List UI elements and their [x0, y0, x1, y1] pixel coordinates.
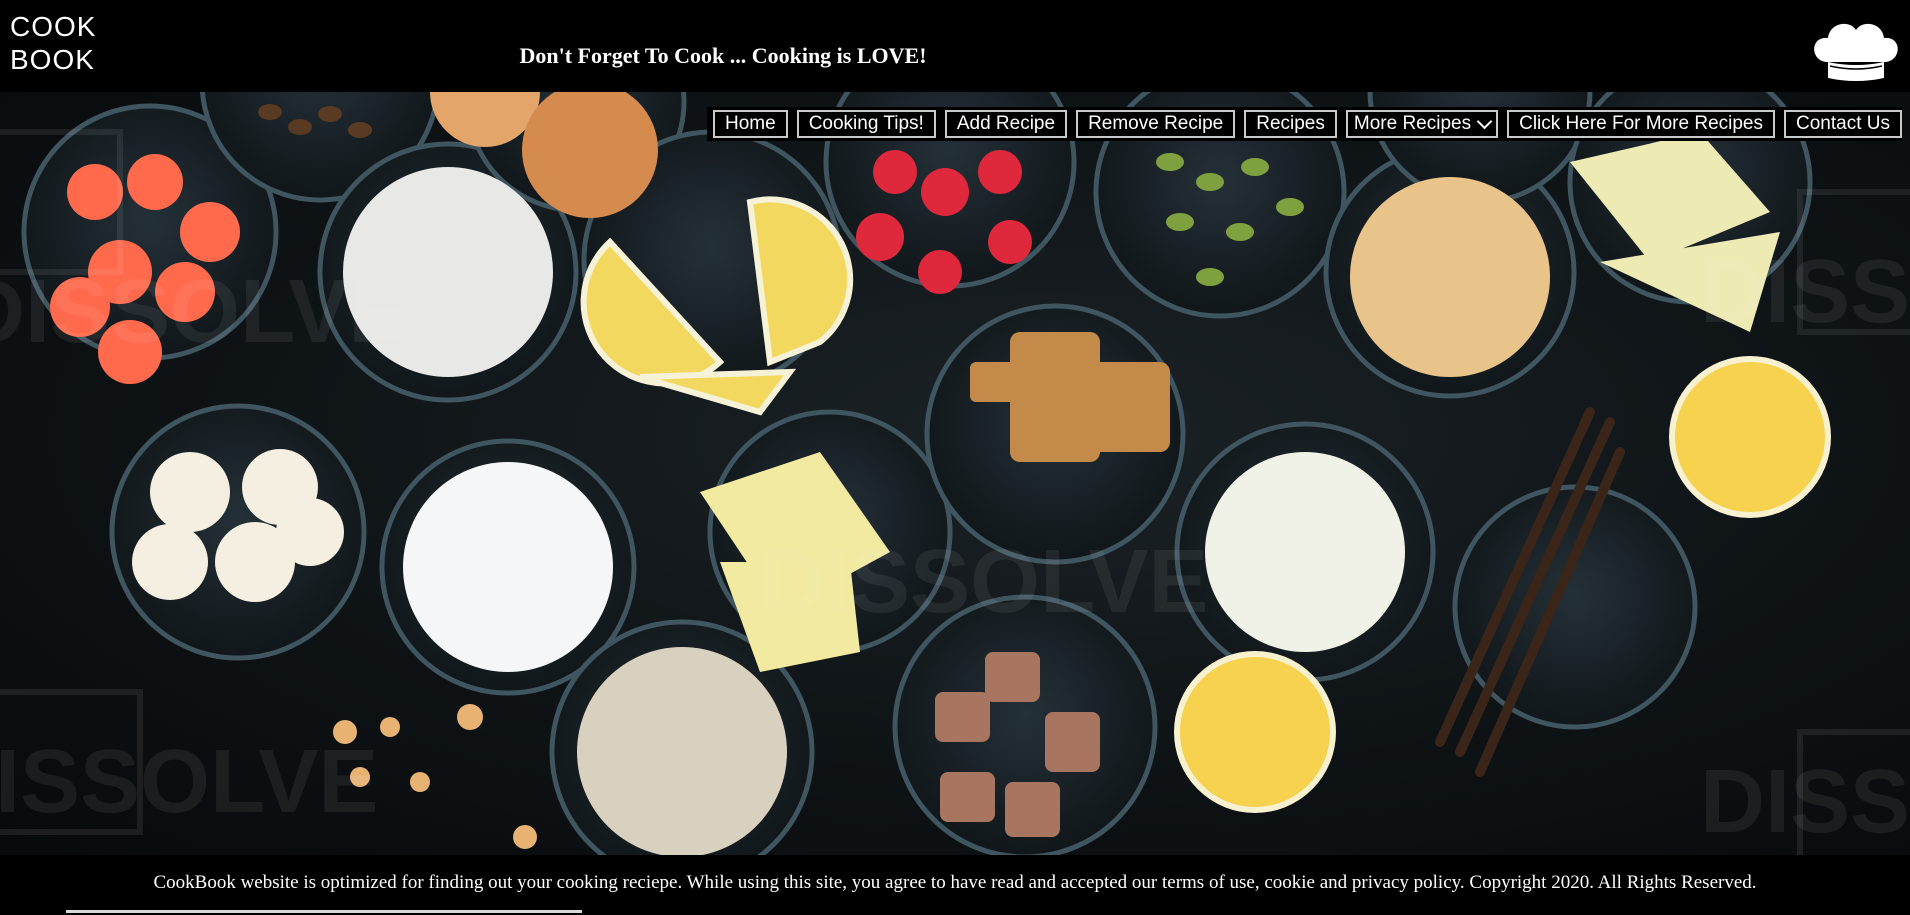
nav-remove-recipe[interactable]: Remove Recipe	[1076, 110, 1236, 138]
nav-cooking-tips[interactable]: Cooking Tips!	[796, 110, 936, 138]
nav-recipes[interactable]: Recipes	[1244, 110, 1337, 138]
site-header: COOK BOOK Don't Forget To Cook ... Cooki…	[0, 0, 1910, 92]
logo-line-1: COOK	[10, 11, 97, 42]
site-footer: CookBook website is optimized for findin…	[0, 855, 1910, 915]
horizontal-scrollbar[interactable]	[66, 910, 582, 913]
watermark-text: DISSOLVE	[0, 262, 408, 362]
footer-text: CookBook website is optimized for findin…	[153, 872, 1757, 893]
watermark-text: DISSOLVE	[1700, 242, 1910, 342]
nav-more-recipes-link[interactable]: Click Here For More Recipes	[1507, 110, 1776, 138]
nav-contact-us[interactable]: Contact Us	[1784, 110, 1902, 138]
more-recipes-label: More Recipes	[1353, 113, 1472, 134]
nav-home[interactable]: Home	[713, 110, 788, 138]
chevron-down-icon	[1476, 113, 1493, 129]
watermark-text: DISSOLVE	[760, 532, 1208, 632]
more-recipes-select[interactable]: More Recipes	[1345, 110, 1499, 138]
nav-add-recipe[interactable]: Add Recipe	[944, 110, 1068, 138]
hero-image: DISSOLVE DISSOLVE DISSOLVE DISSOLVE DISS…	[0, 92, 1910, 855]
main-nav: Home Cooking Tips! Add Recipe Remove Rec…	[707, 107, 1902, 141]
watermark-text: DISSOLVE	[1700, 752, 1910, 852]
watermark-text: DISSOLVE	[0, 732, 378, 832]
ingredients-illustration: DISSOLVE DISSOLVE DISSOLVE DISSOLVE DISS…	[0, 92, 1910, 855]
chef-hat-icon	[1814, 23, 1898, 87]
site-tagline: Don't Forget To Cook ... Cooking is LOVE…	[519, 43, 927, 68]
